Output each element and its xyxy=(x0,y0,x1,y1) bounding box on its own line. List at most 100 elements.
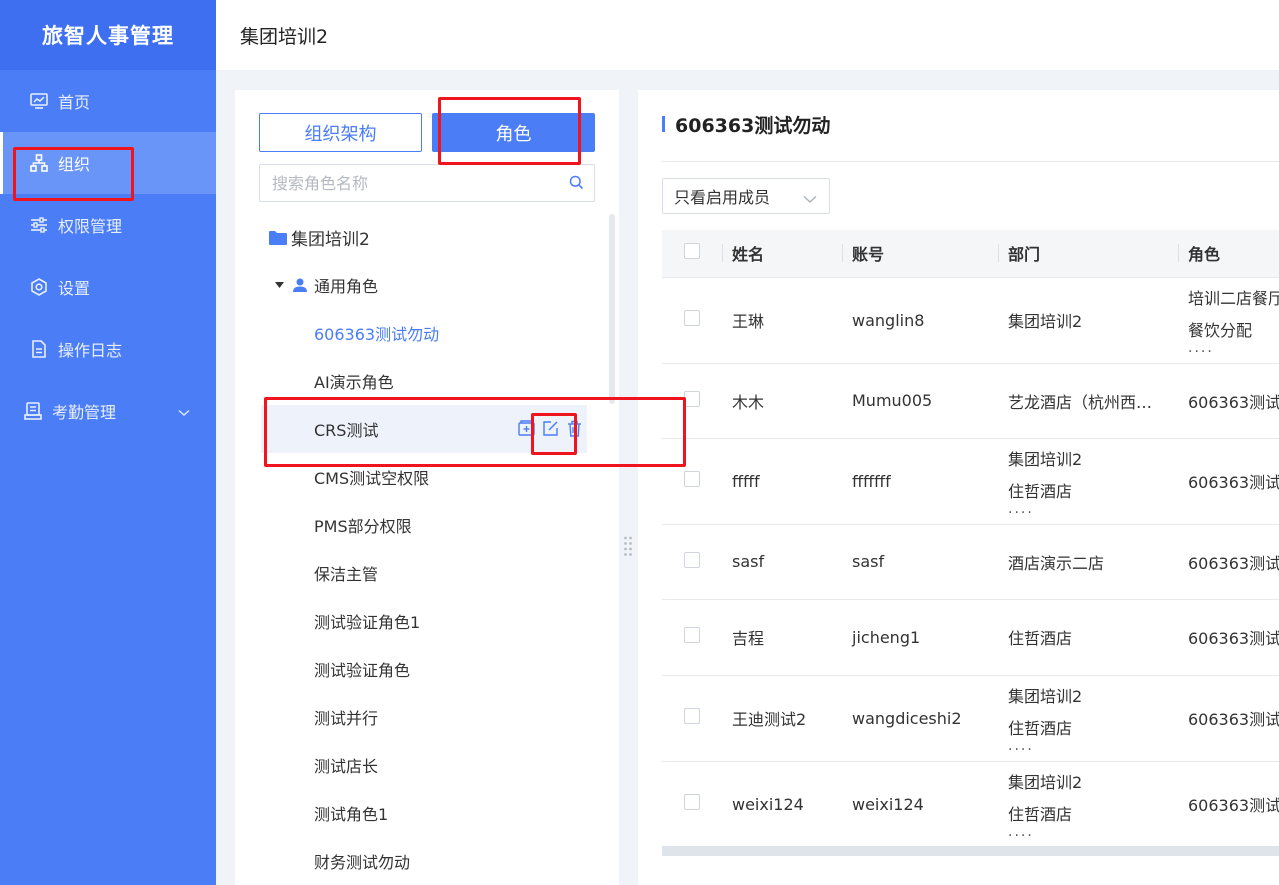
tab-roles[interactable]: 角色 xyxy=(432,113,595,152)
role-item[interactable]: 测试角色1 xyxy=(261,789,587,837)
table-row[interactable]: weixi124 weixi124 集团培训2 住哲酒店 ···· 606363… xyxy=(662,761,1279,848)
app-title: 旅智人事管理 xyxy=(0,0,216,70)
more-indicator[interactable]: ···· xyxy=(1008,743,1178,757)
checkbox-cell xyxy=(662,438,722,525)
role-label: AI演示角色 xyxy=(314,373,394,392)
cell-name: fffff xyxy=(722,438,842,525)
role-item[interactable]: 606363测试勿动 xyxy=(261,309,587,357)
edit-icon[interactable] xyxy=(541,419,559,437)
table-row[interactable]: 木木 Mumu005 艺龙酒店（杭州西… 606363测试 xyxy=(662,363,1279,439)
table-row[interactable]: 吉程 jicheng1 住哲酒店 606363测试 xyxy=(662,599,1279,676)
cell-account: fffffff xyxy=(842,438,998,525)
caret-down-icon[interactable] xyxy=(275,282,284,288)
table-row[interactable]: 王迪测试2 wangdiceshi2 集团培训2 住哲酒店 ···· 60636… xyxy=(662,675,1279,762)
role-list: 606363测试勿动 AI演示角色 CRS测试 CMS测试空权限 PMS部分权限… xyxy=(261,309,587,885)
dept-tag: 住哲酒店 xyxy=(1008,719,1073,738)
more-indicator[interactable]: ···· xyxy=(1188,345,1279,359)
role-item[interactable]: PMS部分权限 xyxy=(261,501,587,549)
checkbox-cell xyxy=(662,761,722,848)
page-title: 集团培训2 xyxy=(240,25,329,48)
dept-tag: 集团培训2 xyxy=(1008,773,1083,792)
org-chart-icon xyxy=(30,154,48,172)
panel-resize-handle[interactable] xyxy=(623,535,633,557)
checkbox-cell xyxy=(662,675,722,762)
role-label: 测试店长 xyxy=(314,757,379,776)
sidebar-item-org[interactable]: 组织 xyxy=(0,132,216,194)
tree-group-label: 通用角色 xyxy=(314,277,379,296)
row-checkbox[interactable] xyxy=(684,794,700,810)
cell-role: 606363测试 xyxy=(1178,438,1279,525)
role-item[interactable]: AI演示角色 xyxy=(261,357,587,405)
member-status-select[interactable]: 只看启用成员 xyxy=(662,178,830,214)
checkbox-cell xyxy=(662,363,722,439)
row-checkbox[interactable] xyxy=(684,471,700,487)
sidebar-item-label: 考勤管理 xyxy=(52,403,117,422)
member-table: 姓名 账号 部门 角色 王琳 wanglin8 集团培训2 培训二店餐厅 餐饮分… xyxy=(662,230,1279,848)
tab-org-structure[interactable]: 组织架构 xyxy=(259,113,422,152)
table-row[interactable]: fffff fffffff 集团培训2 住哲酒店 ···· 606363测试 xyxy=(662,438,1279,525)
member-panel: 606363测试勿动 只看启用成员 姓名 账号 部门 角色 王琳 wanglin… xyxy=(638,90,1279,885)
role-item[interactable]: 测试验证角色 xyxy=(261,645,587,693)
add-sub-icon[interactable] xyxy=(517,419,535,437)
row-checkbox[interactable] xyxy=(684,708,700,724)
role-search-box xyxy=(259,164,595,202)
more-indicator[interactable]: ···· xyxy=(1008,829,1178,843)
role-search-input[interactable] xyxy=(272,173,552,193)
row-checkbox[interactable] xyxy=(684,310,700,326)
role-item[interactable]: 测试验证角色1 xyxy=(261,597,587,645)
row-checkbox[interactable] xyxy=(684,390,700,407)
tree-scrollbar[interactable] xyxy=(609,214,615,404)
role-label: 测试并行 xyxy=(314,709,379,728)
role-label: 606363测试勿动 xyxy=(314,325,440,344)
cell-dept: 集团培训2 xyxy=(998,277,1178,364)
sidebar-item-permissions[interactable]: 权限管理 xyxy=(0,194,216,256)
cell-dept: 酒店演示二店 xyxy=(998,524,1178,600)
role-item[interactable]: 测试并行 xyxy=(261,693,587,741)
role-item[interactable]: 保洁主管 xyxy=(261,549,587,597)
role-item[interactable]: 测试店长 xyxy=(261,741,587,789)
sidebar-item-attendance[interactable]: 考勤管理 xyxy=(0,380,216,442)
more-indicator[interactable]: ···· xyxy=(1008,506,1178,520)
sidebar-item-label: 权限管理 xyxy=(58,217,123,236)
role-row-actions xyxy=(517,419,583,437)
delete-icon[interactable] xyxy=(565,419,583,437)
cell-role: 606363测试 xyxy=(1178,524,1279,600)
role-label: CRS测试 xyxy=(314,421,379,440)
cell-role: 606363测试 xyxy=(1178,363,1279,439)
table-row[interactable]: sasf sasf 酒店演示二店 606363测试 xyxy=(662,524,1279,600)
search-icon[interactable] xyxy=(569,175,584,194)
row-checkbox[interactable] xyxy=(684,627,700,643)
tree-group-node[interactable]: 通用角色 xyxy=(275,272,378,298)
tree-root-label: 集团培训2 xyxy=(291,229,370,250)
cell-name: sasf xyxy=(722,524,842,600)
sidebar-item-logs[interactable]: 操作日志 xyxy=(0,318,216,380)
dept-tag: 住哲酒店 xyxy=(1008,805,1073,824)
cell-name: weixi124 xyxy=(722,761,842,848)
cell-name: 木木 xyxy=(722,363,842,439)
role-item[interactable]: CRS测试 xyxy=(261,405,587,453)
tree-root-node[interactable]: 集团培训2 xyxy=(269,224,370,250)
select-all-checkbox[interactable] xyxy=(684,243,700,260)
row-checkbox[interactable] xyxy=(684,551,700,568)
role-tag: 餐饮分配 xyxy=(1188,321,1253,340)
sidebar-item-settings[interactable]: 设置 xyxy=(0,256,216,318)
role-tag: 培训二店餐厅 xyxy=(1188,289,1279,308)
role-item[interactable]: CMS测试空权限 xyxy=(261,453,587,501)
table-row[interactable]: 王琳 wanglin8 集团培训2 培训二店餐厅 餐饮分配 ···· xyxy=(662,277,1279,364)
role-label: 测试验证角色 xyxy=(314,661,411,680)
checkbox-cell xyxy=(662,599,722,676)
role-tree-panel: 组织架构 角色 集团培训2 通用角色 606363测试勿动 AI演示角色 CRS… xyxy=(235,90,619,885)
role-label: 测试验证角色1 xyxy=(314,613,421,632)
sidebar-item-label: 操作日志 xyxy=(58,341,123,360)
role-label: 财务测试勿动 xyxy=(314,853,411,872)
cell-account: weixi124 xyxy=(842,761,998,848)
dashboard-icon xyxy=(30,92,48,110)
select-value: 只看启用成员 xyxy=(674,188,771,207)
column-header-role: 角色 xyxy=(1178,230,1279,278)
role-item[interactable]: 财务测试勿动 xyxy=(261,837,587,885)
checkbox-cell xyxy=(662,277,722,364)
cell-account: jicheng1 xyxy=(842,599,998,676)
horizontal-scrollbar[interactable] xyxy=(662,846,1279,856)
user-group-icon xyxy=(292,278,308,292)
sidebar-item-home[interactable]: 首页 xyxy=(0,70,216,132)
